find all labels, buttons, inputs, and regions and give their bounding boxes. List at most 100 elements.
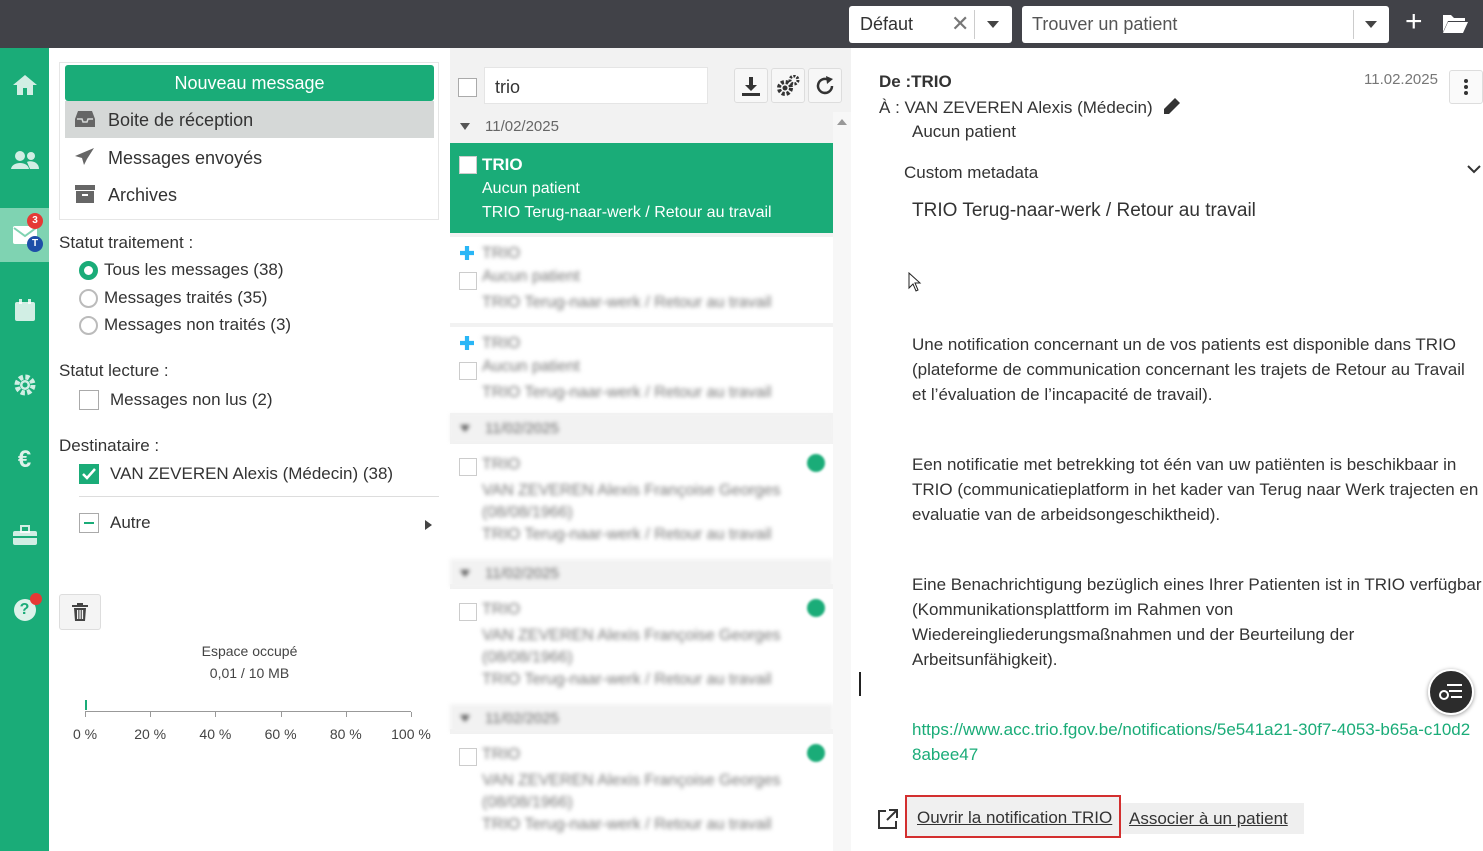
message-sender: TRIO [482, 245, 521, 262]
nav-tools[interactable] [0, 508, 49, 562]
folder-archives[interactable]: Archives [65, 176, 434, 213]
delete-button[interactable] [59, 594, 101, 630]
date-group-label: 11/02/2025 [485, 118, 559, 135]
download-button[interactable] [734, 68, 768, 103]
nav-messages[interactable]: 3 T [0, 208, 49, 262]
nav-home[interactable] [0, 58, 49, 112]
message-body-de: Eine Benachrichtigung bezüglich eines Ih… [912, 575, 1482, 669]
divider [79, 496, 439, 497]
nav-calendar[interactable] [0, 283, 49, 337]
custom-metadata-toggle[interactable]: Custom metadata [904, 163, 1038, 183]
message-body-nl: Een notificatie met betrekking tot één v… [912, 455, 1479, 524]
message-reading-pane: De :TRIO À : VAN ZEVEREN Alexis (Médecin… [851, 48, 1483, 851]
text-cursor [859, 672, 861, 696]
chevron-down-icon[interactable] [1365, 21, 1377, 28]
scroll-up-arrow-icon[interactable] [837, 119, 847, 125]
storage-axis-tick-label: 60 % [264, 726, 297, 742]
storage-axis-tick [150, 712, 152, 717]
notification-link[interactable]: https://www.acc.trio.fgov.be/notificatio… [912, 717, 1472, 767]
message-sender: TRIO [482, 601, 521, 618]
radio-all-messages[interactable] [79, 261, 98, 280]
list-item[interactable]: TRIO Aucun patient TRIO Terug-naar-werk … [450, 327, 833, 413]
date-group-header[interactable]: 11/02/2025 [450, 704, 833, 732]
list-item[interactable]: TRIO VAN ZEVEREN Alexis Françoise George… [450, 734, 833, 851]
message-patient: Aucun patient [482, 358, 580, 375]
open-trio-notification-button[interactable]: Ouvrir la notification TRIO [905, 795, 1121, 838]
message-checkbox[interactable] [459, 362, 477, 380]
folder-inbox[interactable]: Boite de réception [65, 101, 434, 138]
settings-button[interactable] [771, 68, 805, 103]
folder-open-icon[interactable] [1442, 12, 1469, 34]
unread-count-badge: 3 [27, 213, 43, 229]
message-subject: TRIO Terug-naar-werk / Retour au travail [912, 200, 1256, 221]
new-message-button[interactable]: Nouveau message [65, 65, 434, 101]
nav-settings[interactable] [0, 358, 49, 412]
refresh-button[interactable] [808, 68, 842, 103]
plus-icon[interactable]: + [1405, 7, 1423, 37]
message-checkbox[interactable] [459, 458, 477, 476]
indeterminate-icon [84, 522, 94, 524]
list-item-selected[interactable]: TRIO Aucun patient TRIO Terug-naar-werk … [450, 143, 833, 233]
message-list-scrollbar[interactable] [833, 112, 851, 851]
archive-icon [75, 185, 95, 203]
recipient-checkbox[interactable] [79, 464, 99, 484]
message-checkbox[interactable] [459, 156, 477, 174]
message-checkbox[interactable] [459, 748, 477, 766]
external-link-icon[interactable] [877, 808, 899, 830]
folder-sent[interactable]: Messages envoyés [65, 139, 434, 176]
folder-archives-label: Archives [108, 185, 178, 205]
other-checkbox[interactable] [79, 513, 99, 533]
gears-icon [777, 74, 800, 96]
chevron-down-icon[interactable] [1467, 164, 1481, 174]
refresh-icon [816, 75, 834, 94]
list-settings-icon [1439, 684, 1462, 700]
folder-panel: Nouveau message Boite de réception Messa… [49, 48, 450, 851]
to-value: : VAN ZEVEREN Alexis (Médecin) [895, 98, 1153, 117]
message-subject: TRIO Terug-naar-werk / Retour au travail [482, 384, 772, 401]
profile-select-value: Défaut [860, 14, 914, 34]
storage-axis-tick-label: 40 % [199, 726, 232, 742]
unread-checkbox[interactable] [79, 390, 99, 410]
select-all-checkbox[interactable] [458, 78, 477, 97]
message-body-fr: Une notification concernant un de vos pa… [912, 335, 1465, 404]
patient-search-select[interactable]: Trouver un patient [1022, 6, 1389, 43]
collapse-arrow-icon [460, 570, 470, 577]
clear-icon[interactable]: ✕ [951, 11, 969, 37]
message-recipient: VAN ZEVEREN Alexis Françoise Georges (08… [482, 482, 781, 521]
message-checkbox[interactable] [459, 272, 477, 290]
storage-axis-tick [215, 712, 217, 717]
message-to: À : VAN ZEVEREN Alexis (Médecin) [879, 97, 1181, 118]
status-icon [807, 599, 825, 617]
recipient-title: Destinataire : [59, 436, 160, 455]
message-checkbox[interactable] [459, 603, 477, 621]
euro-icon: € [17, 446, 32, 473]
message-subject: TRIO Terug-naar-werk / Retour au travail [482, 204, 772, 221]
nav-help[interactable]: ? [0, 583, 49, 637]
storage-axis-tick [85, 712, 86, 717]
more-options-button[interactable] [1449, 70, 1483, 104]
collapse-arrow-icon [460, 425, 470, 432]
storage-bar [85, 700, 411, 710]
search-input[interactable]: trio [484, 67, 708, 104]
nav-billing[interactable]: € [0, 433, 49, 487]
nav-patients[interactable] [0, 133, 49, 187]
floating-action-button[interactable] [1428, 669, 1474, 715]
date-group-label: 11/02/2025 [485, 565, 559, 582]
profile-select[interactable]: Défaut ✕ [849, 6, 1012, 43]
storage-value: 0,01 / 10 MB [209, 665, 290, 681]
radio-untreated-messages[interactable] [79, 316, 98, 335]
date-group-label: 11/02/2025 [485, 420, 559, 437]
expand-arrow-icon[interactable] [425, 520, 432, 530]
date-group-header[interactable]: 11/02/2025 [450, 112, 833, 140]
storage-axis-tick [345, 712, 347, 717]
date-group-header[interactable]: 11/02/2025 [450, 559, 833, 587]
list-item[interactable]: TRIO Aucun patient TRIO Terug-naar-werk … [450, 237, 833, 323]
chevron-down-icon[interactable] [987, 21, 999, 28]
pencil-icon[interactable] [1163, 97, 1181, 115]
associate-patient-button[interactable]: Associer à un patient [1121, 803, 1304, 834]
new-indicator-icon [460, 246, 474, 260]
radio-treated-messages[interactable] [79, 289, 98, 308]
message-sender: TRIO [482, 335, 521, 352]
message-sender: TRIO [482, 456, 521, 473]
date-group-header[interactable]: 11/02/2025 [450, 414, 833, 442]
